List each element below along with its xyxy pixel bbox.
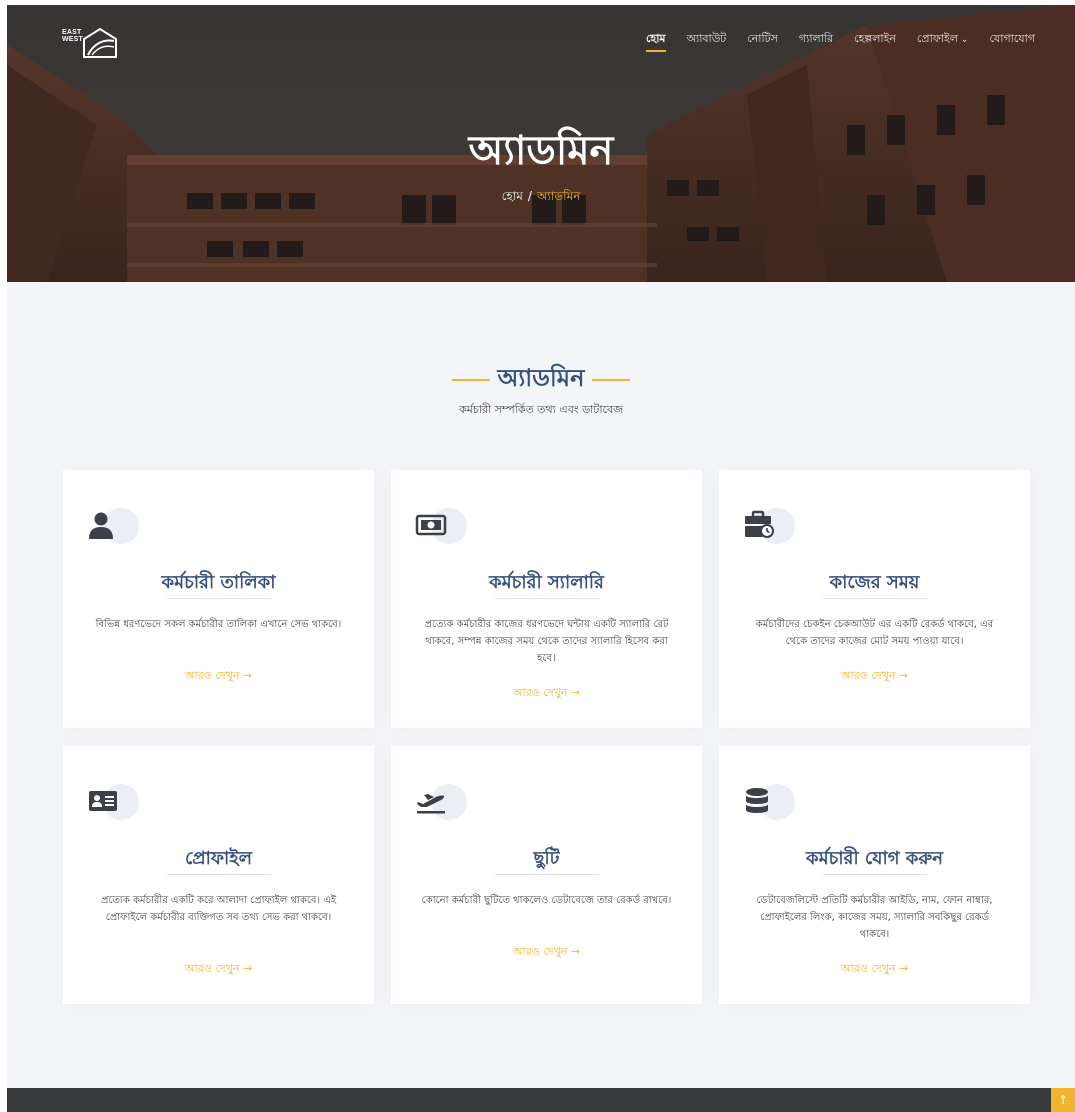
user-icon: [89, 512, 113, 539]
title-underline: [823, 598, 927, 599]
title-underline: [167, 598, 271, 599]
read-more-link[interactable]: আরও দেখুন →: [719, 667, 1030, 686]
card-description: কোনো কর্মচারী ছুটিতে থাকলেও ডেটাবেজে তার…: [421, 895, 672, 906]
nav-profile-dropdown[interactable]: প্রোফাইল ⌄: [896, 31, 969, 53]
nav-contact[interactable]: যোগাযোগ: [968, 31, 1035, 53]
nav-about[interactable]: অ্যাবাউট: [666, 31, 727, 53]
read-more-link[interactable]: আরও দেখুন →: [63, 960, 374, 979]
breadcrumb-separator: /: [527, 189, 532, 203]
card-icon: [415, 506, 469, 544]
card-employee-list[interactable]: কর্মচারী তালিকা বিভিন্ন ধরণভেদে সকল কর্ম…: [63, 470, 374, 728]
card-icon: [415, 782, 469, 820]
card-description: ডেটাবেজলিস্টে প্রতিটি কর্মচারীর আইডি, না…: [756, 895, 993, 940]
nav-notice[interactable]: নোটিস: [726, 31, 778, 53]
id-card-icon: [89, 791, 117, 811]
nav-home[interactable]: হোম: [625, 31, 666, 53]
database-icon: [746, 788, 768, 813]
card-leave[interactable]: ছুটি কোনো কর্মচারী ছুটিতে থাকলেও ডেটাবেজ…: [391, 746, 702, 1004]
back-to-top-button[interactable]: ↑: [1051, 1088, 1075, 1112]
card-description: বিভিন্ন ধরণভেদে সকল কর্মচারীর তালিকা এখা…: [95, 619, 342, 630]
plane-departure-icon: [417, 794, 445, 814]
section-title-text: অ্যাডমিন: [497, 363, 585, 392]
read-more-link[interactable]: আরও দেখুন →: [391, 684, 702, 703]
card-icon: [87, 782, 141, 820]
card-profile[interactable]: প্রোফাইল প্রত্যেক কর্মচারীর একটি করে আলা…: [63, 746, 374, 1004]
nav-helpline[interactable]: হেল্পলাইন: [833, 31, 896, 53]
title-underline: [495, 598, 599, 599]
card-description: কর্মচারীদের চেকইন চেকআউট এর একটি রেকর্ড …: [755, 619, 994, 647]
breadcrumb-home-link[interactable]: হোম: [502, 189, 523, 203]
title-underline: [495, 874, 599, 875]
money-bill-icon: [415, 514, 447, 536]
card-title: প্রোফাইল: [184, 848, 253, 869]
card-description: প্রত্যেক কর্মচারীর একটি করে আলাদা প্রোফা…: [100, 895, 337, 923]
breadcrumb: হোম / অ্যাডমিন: [7, 188, 1075, 208]
card-icon: [743, 782, 797, 820]
section-title: অ্যাডমিন: [7, 361, 1075, 395]
logo-wordmark: EAST WEST: [62, 29, 84, 43]
chevron-down-icon: ⌄: [960, 35, 969, 45]
title-decoration-right: [592, 378, 631, 381]
card-title: কর্মচারী যোগ করুন: [806, 848, 943, 869]
business-time-icon: [745, 510, 774, 538]
card-add-employee[interactable]: কর্মচারী যোগ করুন ডেটাবেজলিস্টে প্রতিটি …: [719, 746, 1030, 1004]
card-icon: [87, 506, 141, 544]
main-nav: হোম অ্যাবাউট নোটিস গ্যালারি হেল্পলাইন প্…: [625, 31, 1035, 53]
hero-banner: EAST WEST হোম অ্যাবাউট নোটিস গ্যালারি হে…: [7, 5, 1075, 282]
logo-emblem-icon: [83, 27, 117, 58]
card-work-time[interactable]: কাজের সময় কর্মচারীদের চেকইন চেকআউট এর এ…: [719, 470, 1030, 728]
read-more-link[interactable]: আরও দেখুন →: [391, 943, 702, 962]
university-logo[interactable]: EAST WEST: [62, 27, 118, 59]
read-more-link[interactable]: আরও দেখুন →: [719, 960, 1030, 979]
title-underline: [167, 874, 271, 875]
card-description: প্রত্যেক কর্মচারীর কাজের ধরণভেদে ঘন্টায়…: [424, 619, 669, 664]
card-title: কর্মচারী স্যালারি: [489, 572, 604, 593]
card-employee-salary[interactable]: কর্মচারী স্যালারি প্রত্যেক কর্মচারীর কাজ…: [391, 470, 702, 728]
footer-bar: [7, 1088, 1075, 1112]
page: EAST WEST হোম অ্যাবাউট নোটিস গ্যালারি হে…: [7, 5, 1075, 1112]
hero-title: অ্যাডমিন: [468, 127, 614, 174]
title-decoration-left: [451, 378, 490, 381]
card-title: কাজের সময়: [829, 572, 920, 593]
card-title: কর্মচারী তালিকা: [161, 572, 276, 593]
card-icon: [743, 506, 797, 544]
title-underline: [823, 874, 927, 875]
read-more-link[interactable]: আরও দেখুন →: [63, 667, 374, 686]
section-subtitle: কর্মচারী সম্পর্কিত তথ্য এবং ডাটাবেজ: [459, 403, 623, 416]
breadcrumb-current: অ্যাডমিন: [536, 189, 581, 203]
nav-gallery[interactable]: গ্যালারি: [778, 31, 833, 53]
card-title: ছুটি: [533, 848, 560, 869]
